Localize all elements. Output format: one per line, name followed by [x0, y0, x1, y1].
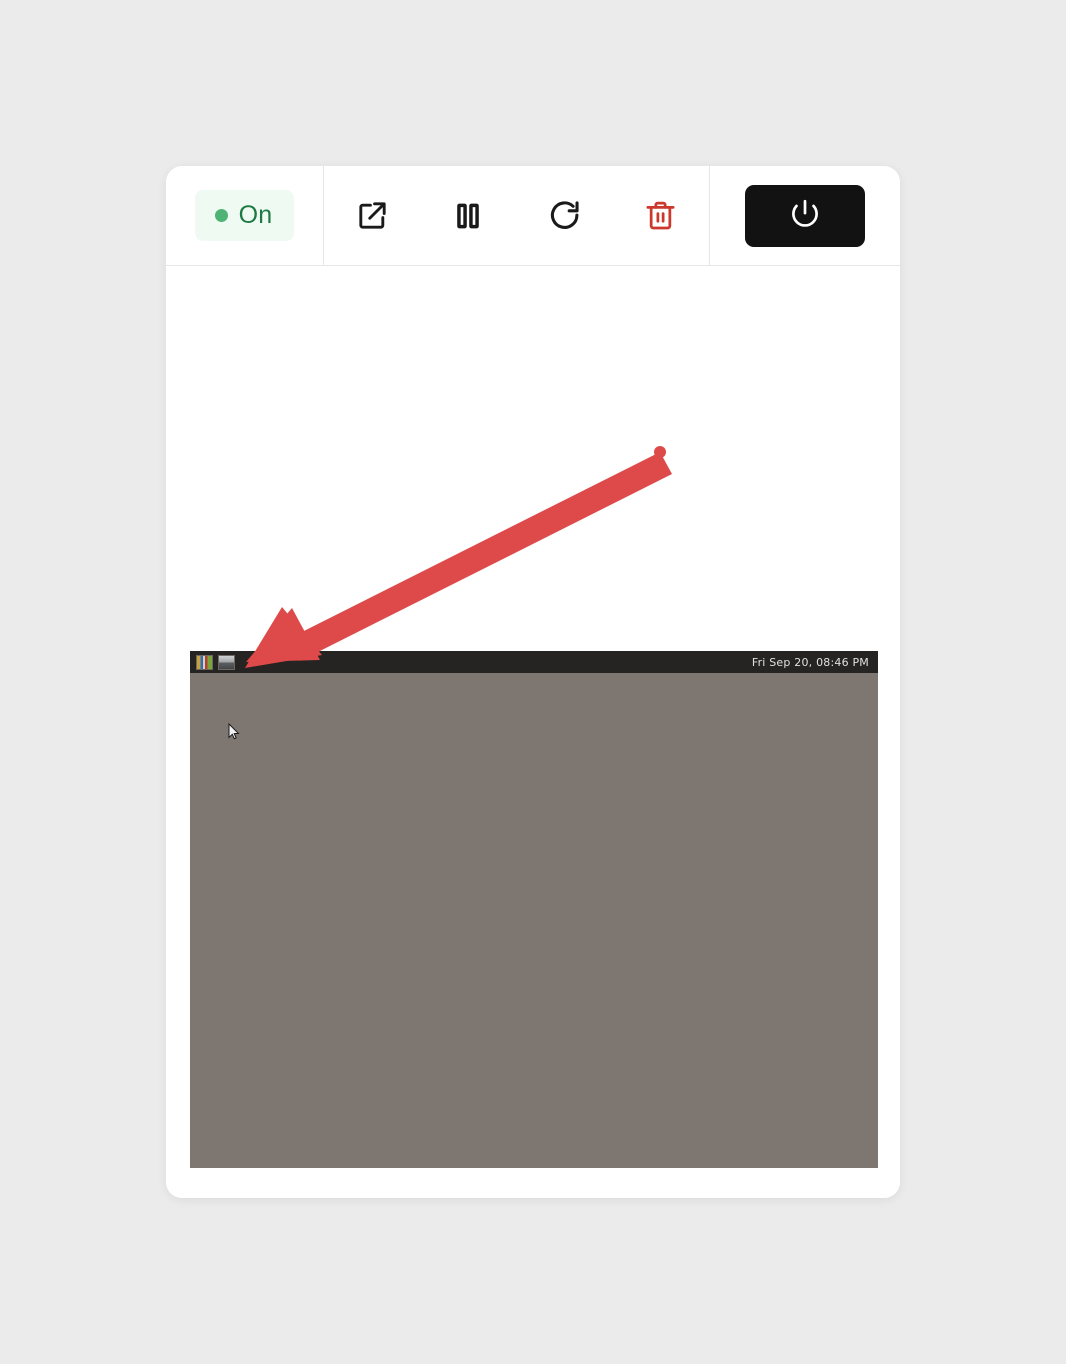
pause-icon	[452, 200, 484, 232]
open-external-button[interactable]	[341, 185, 403, 247]
app-icon[interactable]	[196, 654, 213, 670]
vm-screen-area: Fri Sep 20, 08:46 PM	[166, 266, 900, 1198]
vm-taskbar[interactable]: Fri Sep 20, 08:46 PM	[190, 651, 878, 673]
status-badge: On	[194, 190, 295, 241]
trash-icon	[644, 199, 677, 232]
vm-viewport[interactable]: Fri Sep 20, 08:46 PM	[190, 651, 878, 1168]
power-group	[710, 166, 900, 265]
restart-icon	[547, 198, 582, 233]
vm-toolbar: On	[166, 166, 900, 266]
status-dot-icon	[214, 209, 228, 222]
delete-button[interactable]	[630, 185, 692, 247]
power-icon	[788, 197, 822, 234]
vm-desktop[interactable]	[190, 673, 878, 1168]
terminal-icon[interactable]	[218, 654, 235, 670]
power-button[interactable]	[745, 184, 865, 247]
external-link-icon	[356, 199, 389, 232]
restart-button[interactable]	[534, 185, 596, 247]
taskbar-launchers	[196, 654, 235, 670]
mouse-pointer-icon	[228, 723, 240, 740]
status-group: On	[166, 166, 324, 265]
vm-control-card: On Fri Sep 20, 08:46 PM	[166, 166, 900, 1198]
taskbar-clock: Fri Sep 20, 08:46 PM	[751, 655, 869, 669]
pause-button[interactable]	[437, 185, 499, 247]
action-buttons-group	[324, 166, 710, 265]
status-label: On	[238, 201, 273, 229]
